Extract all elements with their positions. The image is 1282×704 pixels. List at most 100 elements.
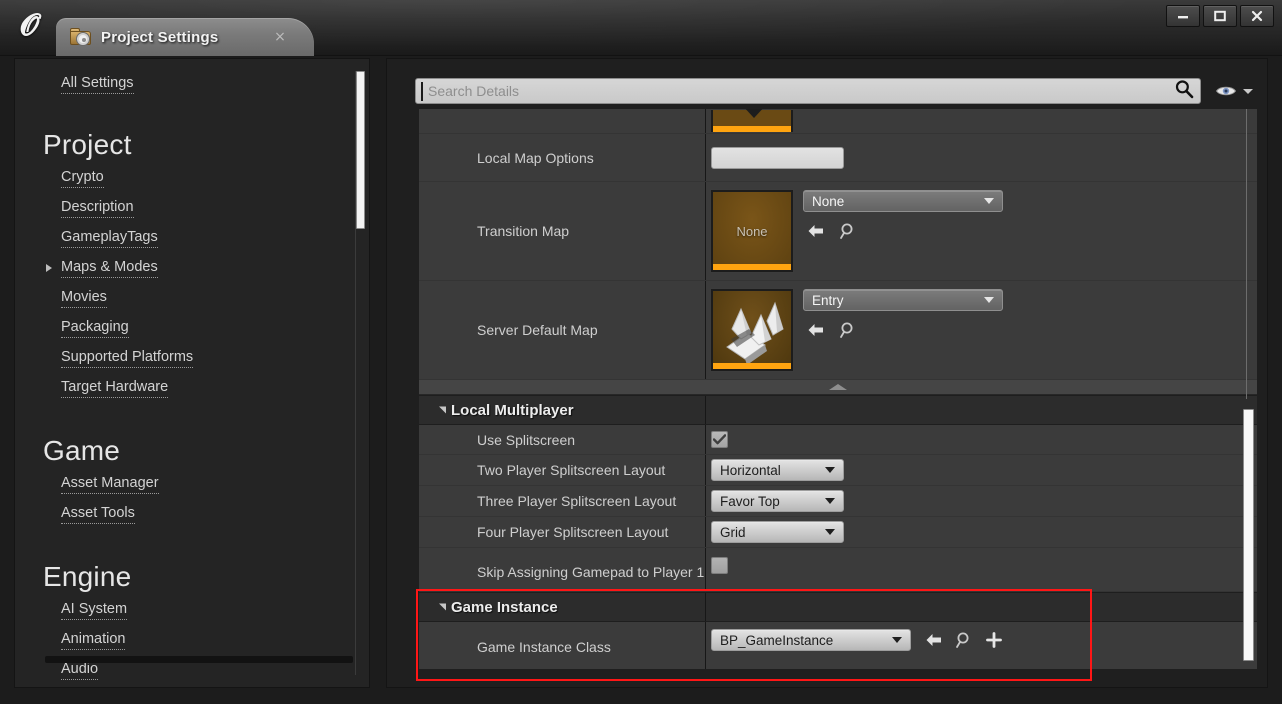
tab-close-icon[interactable]: × <box>272 29 288 45</box>
column-splitter <box>705 396 706 424</box>
back-arrow-icon[interactable] <box>805 220 827 242</box>
column-splitter[interactable] <box>705 486 706 516</box>
scroll-track-line <box>1246 109 1247 399</box>
column-splitter[interactable] <box>705 182 706 280</box>
row-label: Local Map Options <box>477 149 594 166</box>
table-row-two-player-splitscreen: Two Player Splitscreen Layout Horizontal <box>419 455 1257 486</box>
sidebar-item-label: Maps & Modes <box>61 259 158 278</box>
row-label: Two Player Splitscreen Layout <box>477 462 666 478</box>
four-player-splitscreen-dropdown[interactable]: Grid <box>711 521 844 543</box>
column-splitter[interactable] <box>705 455 706 485</box>
sidebar-item-label: Crypto <box>61 169 104 188</box>
close-icon <box>1251 10 1263 22</box>
use-splitscreen-checkbox[interactable] <box>711 431 728 448</box>
sidebar-item-packaging[interactable]: Packaging <box>15 313 369 343</box>
column-splitter[interactable] <box>705 548 706 591</box>
skip-assigning-gamepad-checkbox[interactable] <box>711 557 728 574</box>
column-splitter[interactable] <box>705 134 706 181</box>
back-arrow-icon[interactable] <box>923 629 945 651</box>
sidebar-item-movies[interactable]: Movies <box>15 283 369 313</box>
unreal-project-settings-window: 𝓞 Project Settings × All Settings Projec… <box>0 0 1282 704</box>
sidebar-scroll-thumb[interactable] <box>356 71 365 229</box>
column-splitter[interactable] <box>705 622 706 669</box>
view-options-button[interactable] <box>1215 84 1253 98</box>
chevron-down-icon[interactable] <box>1243 88 1253 94</box>
dropdown-value: Horizontal <box>720 462 781 478</box>
plus-icon[interactable] <box>983 629 1005 651</box>
column-splitter[interactable] <box>705 109 706 133</box>
transition-map-dropdown[interactable]: None <box>803 190 1003 212</box>
chevron-up-icon <box>829 384 847 390</box>
table-row-transition-map: Transition Map None None <box>419 182 1257 281</box>
dropdown-value: Favor Top <box>720 493 780 509</box>
sidebar-item-crypto[interactable]: Crypto <box>15 163 369 193</box>
window-titlebar: 𝓞 Project Settings × <box>0 0 1282 56</box>
sidebar-item-asset-tools[interactable]: Asset Tools <box>15 499 369 529</box>
sidebar-item-asset-manager[interactable]: Asset Manager <box>15 469 369 499</box>
section-title: Game Instance <box>451 598 558 616</box>
collapse-section-handle[interactable] <box>419 380 1257 395</box>
settings-sidebar: All Settings Project Crypto Description … <box>14 58 370 688</box>
chevron-down-icon <box>825 529 835 535</box>
sidebar-item-gameplaytags[interactable]: GameplayTags <box>15 223 369 253</box>
details-scroll-thumb[interactable] <box>1243 409 1254 661</box>
details-vertical-scrollbar[interactable] <box>1243 109 1255 669</box>
sidebar-vertical-scrollbar[interactable] <box>355 71 365 675</box>
sidebar-item-supported-platforms[interactable]: Supported Platforms <box>15 343 369 373</box>
column-splitter[interactable] <box>705 517 706 547</box>
section-title: Local Multiplayer <box>451 401 574 419</box>
collapse-triangle-icon[interactable] <box>439 603 446 611</box>
sidebar-item-label: All Settings <box>61 75 134 94</box>
close-button[interactable] <box>1240 5 1274 27</box>
table-row-use-splitscreen: Use Splitscreen <box>419 425 1257 455</box>
maximize-button[interactable] <box>1203 5 1237 27</box>
browse-magnifier-icon[interactable] <box>953 629 975 651</box>
back-arrow-icon[interactable] <box>805 319 827 341</box>
game-instance-class-dropdown[interactable]: BP_GameInstance <box>711 629 911 651</box>
sidebar-item-label: Animation <box>61 631 126 650</box>
window-controls <box>1166 5 1274 27</box>
eye-icon <box>1215 86 1237 96</box>
minimize-button[interactable] <box>1166 5 1200 27</box>
section-header-local-multiplayer[interactable]: Local Multiplayer <box>419 395 1257 425</box>
row-label: Server Default Map <box>477 322 598 338</box>
sidebar-item-label: Packaging <box>61 319 129 338</box>
sidebar-item-ai-system[interactable]: AI System <box>15 595 369 625</box>
sidebar-item-description[interactable]: Description <box>15 193 369 223</box>
column-splitter[interactable] <box>705 281 706 379</box>
sidebar-horizontal-scrollbar[interactable] <box>45 656 353 663</box>
local-map-options-input[interactable] <box>711 146 844 169</box>
sidebar-item-label: Audio <box>61 661 99 680</box>
server-default-map-dropdown[interactable]: Entry <box>803 289 1003 311</box>
tab-label: Project Settings <box>101 28 219 46</box>
server-default-map-thumbnail[interactable] <box>711 289 793 371</box>
tab-project-settings[interactable]: Project Settings × <box>56 18 314 56</box>
sidebar-section-engine: Engine <box>43 561 132 592</box>
sidebar-item-label: GameplayTags <box>61 229 158 248</box>
three-player-splitscreen-dropdown[interactable]: Favor Top <box>711 490 844 512</box>
section-header-game-instance[interactable]: Game Instance <box>419 592 1257 622</box>
sidebar-item-all-settings[interactable]: All Settings <box>15 69 369 99</box>
search-input[interactable] <box>424 83 1192 99</box>
search-details-box[interactable] <box>415 78 1201 104</box>
sidebar-item-animation[interactable]: Animation <box>15 625 369 655</box>
browse-magnifier-icon[interactable] <box>837 220 859 242</box>
maximize-icon <box>1214 10 1226 22</box>
collapse-triangle-icon[interactable] <box>439 406 446 414</box>
transition-map-thumbnail[interactable]: None <box>711 190 793 272</box>
thumbnail-partial[interactable] <box>711 109 793 132</box>
sidebar-item-target-hardware[interactable]: Target Hardware <box>15 373 369 403</box>
dropdown-value: None <box>812 193 845 209</box>
table-row-partial <box>419 109 1257 134</box>
column-splitter[interactable] <box>705 425 706 454</box>
chevron-down-icon <box>984 297 994 303</box>
dropdown-value: Grid <box>720 524 746 540</box>
sidebar-item-maps-and-modes[interactable]: Maps & Modes <box>15 253 369 283</box>
row-label: Use Splitscreen <box>477 431 576 448</box>
search-magnifier-icon[interactable] <box>1174 79 1194 104</box>
browse-magnifier-icon[interactable] <box>837 319 859 341</box>
expand-triangle-icon[interactable] <box>46 264 52 272</box>
map-asset-preview-icon <box>726 301 784 365</box>
thumbnail-label: None <box>736 223 768 239</box>
two-player-splitscreen-dropdown[interactable]: Horizontal <box>711 459 844 481</box>
